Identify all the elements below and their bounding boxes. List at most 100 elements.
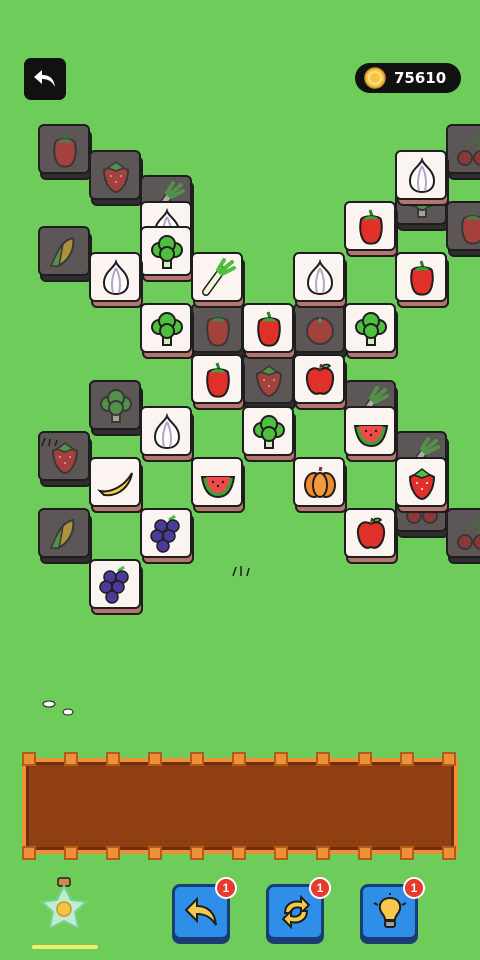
garlic-icon xyxy=(306,258,334,296)
garlic-icon xyxy=(408,156,436,193)
tray-rivet xyxy=(442,846,456,860)
tray-rivet xyxy=(232,846,246,860)
tray-rivet xyxy=(400,846,414,860)
tile-broccoli[interactable] xyxy=(140,226,196,284)
tile-leek[interactable] xyxy=(191,252,247,310)
tile-broccoli[interactable] xyxy=(140,303,196,361)
tile-apple[interactable] xyxy=(344,508,400,566)
broccoli-icon xyxy=(355,312,387,347)
tile-grapes[interactable] xyxy=(89,559,145,617)
tile-strawberry[interactable] xyxy=(395,456,451,515)
covered-tile-strawberry xyxy=(89,149,145,208)
tray-rivet xyxy=(358,752,372,766)
tray-rivet xyxy=(232,752,246,766)
tile-pumpkin[interactable] xyxy=(293,456,349,515)
broccoli-icon xyxy=(151,312,183,347)
undo-count-badge: 1 xyxy=(215,877,237,899)
shuffle-button[interactable]: 1 xyxy=(266,877,331,940)
pepper-icon xyxy=(410,260,434,296)
tray-rivet xyxy=(22,752,36,766)
tile-watermelon[interactable] xyxy=(191,456,247,515)
shuffle-count-badge: 1 xyxy=(309,877,331,899)
pepper-icon xyxy=(461,209,480,245)
corn-icon xyxy=(49,237,75,268)
tray-rivet xyxy=(358,846,372,860)
covered-tile-tomato xyxy=(293,303,349,361)
shuffle-icon xyxy=(281,894,311,930)
apple-icon xyxy=(356,517,386,549)
tray-rivet xyxy=(148,846,162,860)
broccoli-icon xyxy=(100,389,132,423)
covered-tile-pepper xyxy=(191,303,247,361)
bottle-progress-bar xyxy=(32,945,98,949)
garlic-icon xyxy=(153,412,181,449)
tile-banana[interactable] xyxy=(89,456,145,515)
grapes-icon xyxy=(99,565,129,604)
covered-tile-cherry xyxy=(446,508,480,566)
tile-apple[interactable] xyxy=(293,354,349,412)
tray-rivet xyxy=(64,752,78,766)
tray-rivet xyxy=(316,752,330,766)
pepper-icon xyxy=(206,311,230,347)
tray-rivet xyxy=(190,752,204,766)
covered-tile-strawberry xyxy=(242,354,298,412)
tile-tray xyxy=(22,758,458,854)
pepper-icon xyxy=(53,132,77,168)
strawberry-icon xyxy=(255,365,283,398)
tile-pepper[interactable] xyxy=(242,303,298,361)
star-bottle-icon[interactable] xyxy=(36,876,92,934)
tray-rivet xyxy=(106,846,120,860)
tile-garlic[interactable] xyxy=(293,252,349,310)
tray-rivet xyxy=(106,752,120,766)
tray-rivet xyxy=(148,752,162,766)
lightbulb-icon xyxy=(373,893,407,928)
pepper-icon xyxy=(257,311,281,347)
tray-rivet xyxy=(190,846,204,860)
tray-rivet xyxy=(22,846,36,860)
pepper-icon xyxy=(206,362,230,399)
tile-garlic[interactable] xyxy=(89,252,145,310)
grass-tuft-icon xyxy=(232,566,250,577)
undo-button[interactable]: 1 xyxy=(172,877,237,940)
grapes-icon xyxy=(150,514,180,553)
broccoli-icon xyxy=(151,235,183,270)
pepper-icon xyxy=(359,209,383,245)
tray-rivet xyxy=(316,846,330,860)
tile-broccoli[interactable] xyxy=(344,303,400,361)
tile-watermelon[interactable] xyxy=(344,405,400,464)
cherry-icon xyxy=(457,134,480,166)
pebbles-icon xyxy=(42,700,74,716)
garlic-icon xyxy=(102,258,130,296)
watermelon-icon xyxy=(200,475,236,498)
grass-tuft-icon xyxy=(41,437,58,447)
covered-tile-cherry xyxy=(446,124,480,182)
covered-tile-corn xyxy=(38,226,94,284)
covered-tile-broccoli xyxy=(89,380,145,438)
hint-count-badge: 1 xyxy=(403,877,425,899)
tile-broccoli[interactable] xyxy=(242,405,298,464)
banana-icon xyxy=(96,472,133,496)
tray-rivet xyxy=(274,752,288,766)
apple-icon xyxy=(305,364,335,396)
tile-pepper[interactable] xyxy=(344,200,400,259)
tray-rivet xyxy=(400,752,414,766)
covered-tile-pepper xyxy=(446,200,480,259)
cherry-icon xyxy=(457,518,480,550)
tile-pepper[interactable] xyxy=(395,252,451,310)
tile-pepper[interactable] xyxy=(191,354,247,412)
tray-rivet xyxy=(274,846,288,860)
watermelon-icon xyxy=(353,424,389,447)
tray-rivet xyxy=(442,752,456,766)
tile-grapes[interactable] xyxy=(140,508,196,566)
strawberry-icon xyxy=(102,160,130,193)
leek-icon xyxy=(202,258,236,296)
tile-garlic[interactable] xyxy=(395,149,451,208)
tile-board xyxy=(0,0,480,700)
corn-icon xyxy=(49,518,75,550)
broccoli-icon xyxy=(253,414,285,449)
strawberry-icon xyxy=(408,467,436,500)
hint-button[interactable]: 1 xyxy=(360,877,425,940)
covered-tile-pepper xyxy=(38,124,94,182)
tray-rivet xyxy=(64,846,78,860)
tile-garlic[interactable] xyxy=(140,405,196,464)
